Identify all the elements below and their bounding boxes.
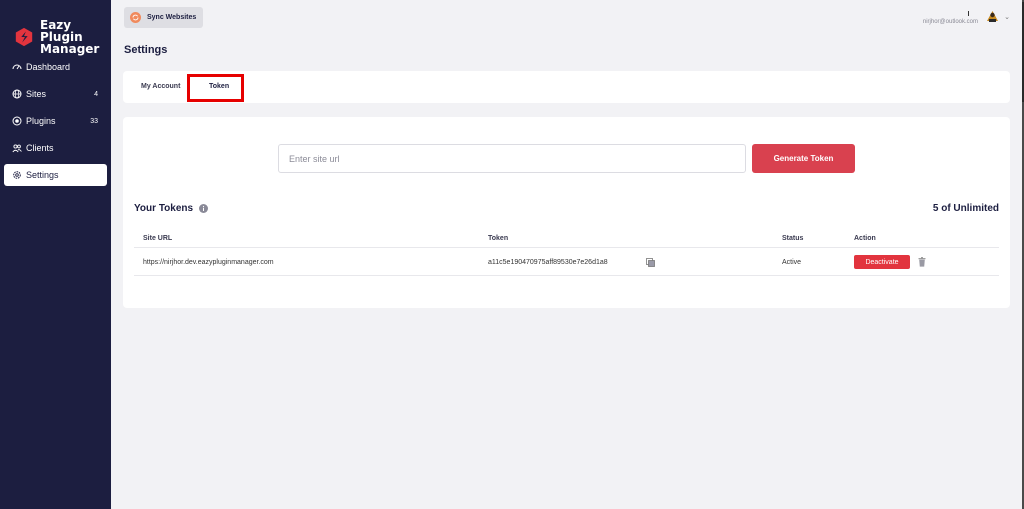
sidebar-nav: Dashboard Sites 4 Plugins 33 Clients Set… [4, 56, 107, 191]
brand-name-line1: Eazy Plugin [40, 18, 83, 44]
sync-icon [130, 12, 141, 23]
deactivate-button[interactable]: Deactivate [854, 255, 910, 269]
sync-websites-button[interactable]: Sync Websites [124, 7, 204, 28]
column-header-token: Token [488, 235, 509, 242]
column-header-site-url: Site URL [143, 235, 173, 242]
sidebar-item-label: Sites [26, 89, 47, 99]
page-title: Settings [124, 44, 168, 56]
avatar[interactable] [985, 9, 1000, 24]
sidebar-item-label: Settings [26, 170, 59, 180]
tokens-table-header: Site URL Token Status Action [134, 227, 999, 248]
row-token: a11c5e190470975aff89530e7e26d1a8 [488, 259, 608, 266]
sidebar-item-count: 4 [94, 90, 98, 98]
sidebar-item-plugins[interactable]: Plugins 33 [4, 110, 107, 132]
sidebar-item-label: Clients [26, 143, 54, 153]
copy-icon[interactable] [646, 258, 655, 267]
sidebar-item-dashboard[interactable]: Dashboard [4, 56, 107, 78]
dashboard-icon [12, 64, 22, 70]
generate-token-button[interactable]: Generate Token [752, 144, 855, 173]
notification-indicator [968, 11, 969, 16]
column-header-action: Action [854, 235, 876, 242]
user-email[interactable]: nirjhor@outlook.com [923, 19, 978, 25]
site-url-input[interactable] [278, 144, 746, 173]
tabs-bar: My Account Token [123, 71, 1010, 103]
brand[interactable]: Eazy Plugin Manager [14, 19, 111, 55]
brand-logo-icon [15, 27, 33, 47]
globe-icon [12, 89, 22, 99]
info-icon[interactable] [199, 204, 209, 213]
users-icon [12, 144, 22, 153]
sync-websites-label: Sync Websites [147, 14, 197, 21]
brand-name-line2: Manager [40, 42, 100, 56]
sidebar-item-sites[interactable]: Sites 4 [4, 83, 107, 105]
token-card: Generate Token Your Tokens 5 of Unlimite… [123, 117, 1010, 308]
row-status: Active [782, 259, 802, 266]
sidebar: Eazy Plugin Manager Dashboard Sites 4 Pl… [0, 0, 111, 509]
trash-icon[interactable] [918, 257, 926, 267]
sidebar-item-clients[interactable]: Clients [4, 137, 107, 159]
sidebar-item-settings[interactable]: Settings [4, 164, 107, 186]
top-bar: Sync Websites nirjhor@outlook.com ⌄ [111, 0, 1024, 38]
tab-my-account[interactable]: My Account [141, 83, 180, 90]
your-tokens-heading: Your Tokens [134, 203, 209, 214]
token-quota: 5 of Unlimited [932, 203, 999, 214]
brand-name: Eazy Plugin Manager [40, 19, 111, 55]
table-row: https://nirjhor.dev.eazypluginmanager.co… [134, 249, 999, 276]
gear-icon [13, 171, 21, 179]
sidebar-item-count: 33 [90, 117, 98, 125]
column-header-status: Status [782, 235, 804, 242]
sidebar-item-label: Dashboard [26, 62, 71, 72]
chevron-down-icon[interactable]: ⌄ [1004, 13, 1010, 21]
your-tokens-title: Your Tokens [134, 203, 194, 214]
row-site-url: https://nirjhor.dev.eazypluginmanager.co… [143, 259, 274, 266]
sidebar-item-label: Plugins [26, 116, 56, 126]
tab-token-highlight [187, 74, 244, 102]
plugin-icon [12, 116, 22, 126]
